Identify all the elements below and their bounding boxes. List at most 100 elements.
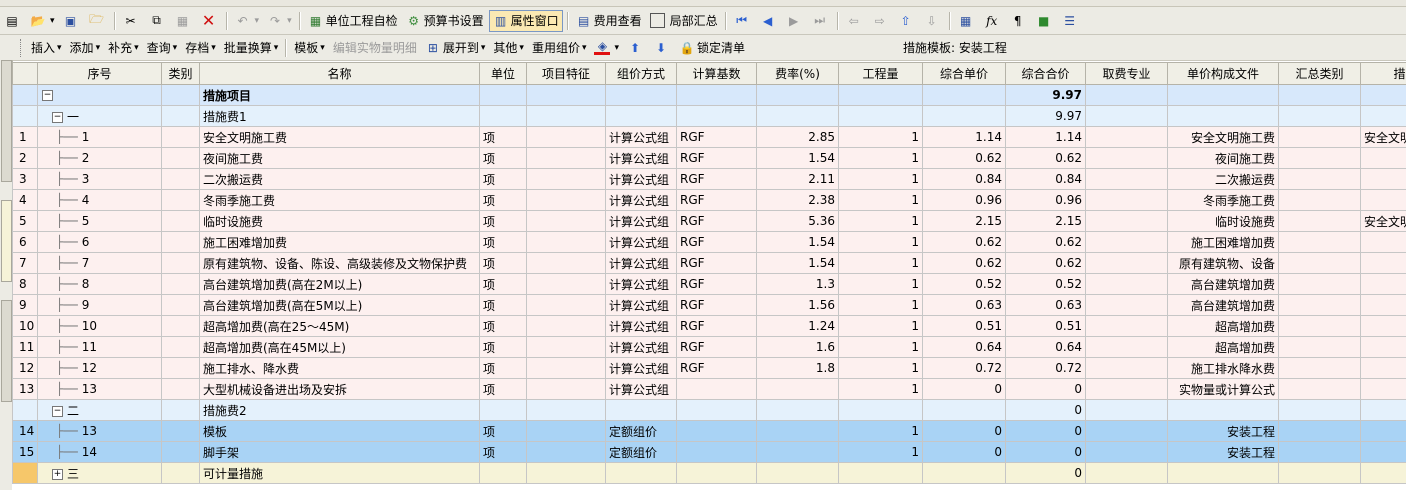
cell-method[interactable] <box>605 462 677 484</box>
lock-list-button[interactable]: 🔒 锁定清单 <box>676 37 748 59</box>
table-row[interactable]: 7 ├── 7 原有建筑物、设备、陈设、高级装修及文物保护费项计算公式组 RGF 1.54… <box>12 252 1406 274</box>
cell-seq[interactable]: ├── 1 <box>37 126 162 148</box>
column-header[interactable]: 综合合价 <box>1005 62 1086 85</box>
cell-sumcat[interactable] <box>1278 147 1361 169</box>
cell-seq[interactable]: − 二 <box>37 399 162 421</box>
row-number[interactable]: 7 <box>12 252 38 274</box>
cell-sumcat[interactable] <box>1278 105 1361 127</box>
cell-mcat[interactable] <box>1360 273 1406 295</box>
cell-compose[interactable]: 夜间施工费 <box>1167 147 1279 169</box>
cell-compose[interactable] <box>1167 105 1279 127</box>
cell-qty[interactable]: 1 <box>838 294 923 316</box>
column-header[interactable]: 工程量 <box>838 62 923 85</box>
cell-mcat[interactable] <box>1360 147 1406 169</box>
cell-price[interactable] <box>922 105 1006 127</box>
row-number[interactable]: 13 <box>12 378 38 400</box>
move-up-button[interactable]: ⇧ <box>895 10 919 32</box>
cell-method[interactable]: 计算公式组 <box>605 231 677 253</box>
row-number[interactable]: 8 <box>12 273 38 295</box>
cell-mcat[interactable]: 安全文明 <box>1360 126 1406 148</box>
cell-rate[interactable]: 5.36 <box>756 210 839 232</box>
cell-feat[interactable] <box>526 294 606 316</box>
cell-compose[interactable]: 二次搬运费 <box>1167 168 1279 190</box>
redo-button[interactable]: ↷ ▾ <box>264 10 295 32</box>
cell-compose[interactable]: 安全文明施工费 <box>1167 126 1279 148</box>
cell-fee[interactable] <box>1085 210 1168 232</box>
cell-rate[interactable]: 1.54 <box>756 147 839 169</box>
paragraph-button[interactable]: ¶ <box>1007 10 1031 32</box>
cell-feat[interactable] <box>526 336 606 358</box>
cell-method[interactable]: 计算公式组 <box>605 252 677 274</box>
cell-seq[interactable]: ├── 11 <box>37 336 162 358</box>
open-button[interactable]: 📂 ▾ <box>27 10 58 32</box>
cell-price[interactable]: 0 <box>922 420 1006 442</box>
cell-fee[interactable] <box>1085 336 1168 358</box>
cell-unit[interactable] <box>479 462 527 484</box>
cell-mcat[interactable] <box>1360 231 1406 253</box>
cell-name[interactable]: 模板 <box>199 420 480 442</box>
cell-method[interactable]: 计算公式组 <box>605 315 677 337</box>
cell-name[interactable]: 可计量措施 <box>199 462 480 484</box>
cell-qty[interactable]: 1 <box>838 126 923 148</box>
cell-fee[interactable] <box>1085 441 1168 463</box>
cell-mcat[interactable] <box>1360 336 1406 358</box>
cell-feat[interactable] <box>526 210 606 232</box>
cell-fee[interactable] <box>1085 462 1168 484</box>
archive-menu[interactable]: 存档 ▾ <box>182 37 219 59</box>
cell-total[interactable]: 0 <box>1005 420 1086 442</box>
cell-cat[interactable] <box>161 357 200 379</box>
row-number[interactable] <box>12 462 38 484</box>
save-button[interactable]: ▣ <box>60 10 84 32</box>
table-row[interactable]: − 一 措施费1 9.97 <box>12 105 1406 127</box>
cell-compose[interactable]: 施工排水降水费 <box>1167 357 1279 379</box>
cell-seq[interactable]: − 一 <box>37 105 162 127</box>
row-number[interactable]: 14 <box>12 420 38 442</box>
cell-total[interactable]: 0.52 <box>1005 273 1086 295</box>
paste-button[interactable]: ▦ <box>172 10 196 32</box>
cell-rate[interactable]: 1.8 <box>756 357 839 379</box>
reuse-price-menu[interactable]: 重用组价 ▾ <box>529 37 590 59</box>
cell-seq[interactable]: ├── 6 <box>37 231 162 253</box>
cell-qty[interactable] <box>838 399 923 421</box>
cell-rate[interactable]: 2.38 <box>756 189 839 211</box>
cell-unit[interactable]: 项 <box>479 294 527 316</box>
cell-compose[interactable] <box>1167 84 1279 106</box>
table-row[interactable]: 9 ├── 9 高台建筑增加费(高在5M以上) 项计算公式组 RGF 1.56 1 0.63 0.… <box>12 294 1406 316</box>
column-header[interactable]: 费率(%) <box>756 62 839 85</box>
cell-mcat[interactable] <box>1360 189 1406 211</box>
cost-view-button[interactable]: ▤ 费用查看 <box>573 10 645 32</box>
cell-unit[interactable] <box>479 84 527 106</box>
cell-rate[interactable]: 1.6 <box>756 336 839 358</box>
move-item-down-button[interactable]: ⬇ <box>650 37 674 59</box>
cell-price[interactable]: 0 <box>922 378 1006 400</box>
cell-base[interactable]: RGF <box>676 210 757 232</box>
cell-unit[interactable] <box>479 399 527 421</box>
tree-expand-icon[interactable]: + <box>52 468 63 480</box>
cell-compose[interactable]: 安装工程 <box>1167 420 1279 442</box>
cell-rate[interactable]: 2.85 <box>756 126 839 148</box>
cell-base[interactable]: RGF <box>676 315 757 337</box>
cell-cat[interactable] <box>161 189 200 211</box>
move-right-button[interactable]: ⇨ <box>869 10 893 32</box>
cell-sumcat[interactable] <box>1278 336 1361 358</box>
cell-name[interactable]: 措施费2 <box>199 399 480 421</box>
cell-feat[interactable] <box>526 378 606 400</box>
cell-qty[interactable]: 1 <box>838 336 923 358</box>
cell-compose[interactable]: 冬雨季施工费 <box>1167 189 1279 211</box>
cell-seq[interactable]: + 三 <box>37 462 162 484</box>
delete-button[interactable]: ✕ <box>198 10 222 32</box>
cell-price[interactable]: 0.62 <box>922 147 1006 169</box>
column-header[interactable]: 名称 <box>199 62 480 85</box>
row-number[interactable]: 12 <box>12 357 38 379</box>
row-number[interactable]: 4 <box>12 189 38 211</box>
cell-total[interactable]: 9.97 <box>1005 84 1086 106</box>
cell-price[interactable]: 0.84 <box>922 168 1006 190</box>
cell-seq[interactable]: ├── 8 <box>37 273 162 295</box>
cell-sumcat[interactable] <box>1278 378 1361 400</box>
cell-compose[interactable]: 实物量或计算公式 <box>1167 378 1279 400</box>
cell-cat[interactable] <box>161 147 200 169</box>
cell-base[interactable] <box>676 399 757 421</box>
column-header[interactable]: 措施类 <box>1360 62 1406 85</box>
cell-cat[interactable] <box>161 210 200 232</box>
cut-button[interactable]: ✂ <box>120 10 144 32</box>
